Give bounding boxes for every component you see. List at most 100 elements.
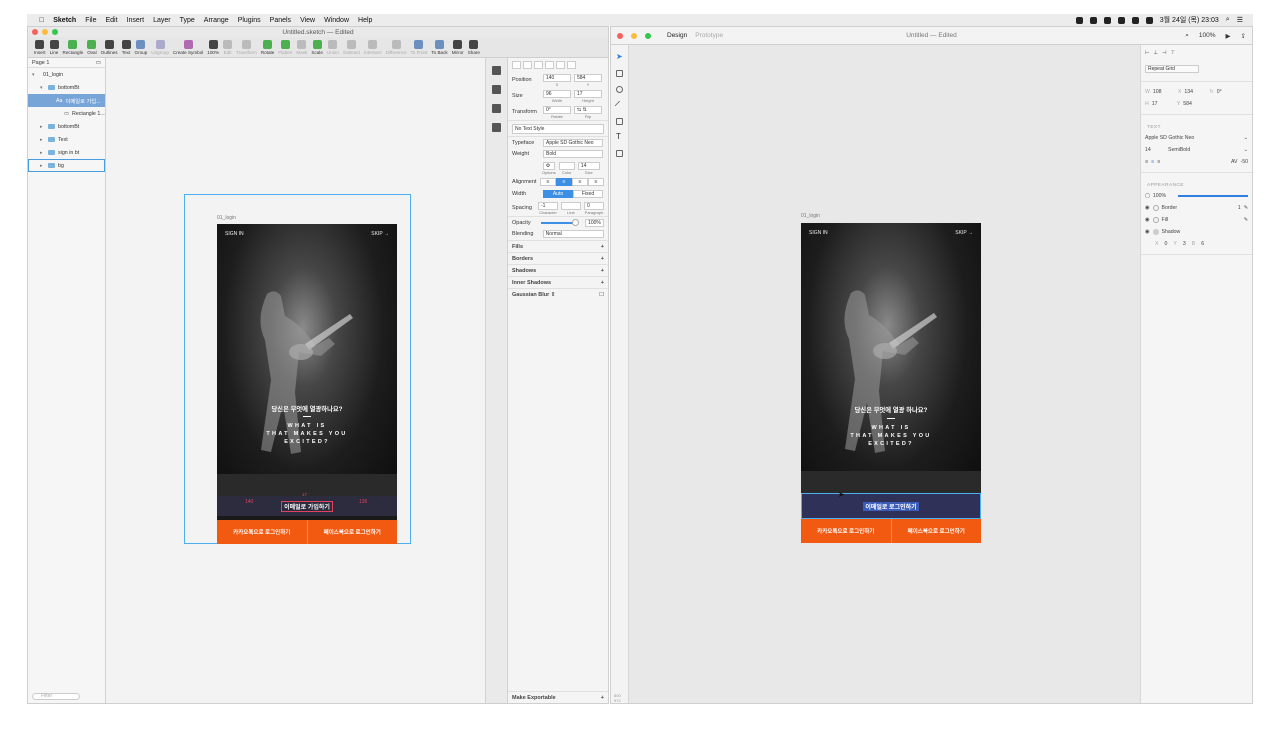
toolbar-intersect-button[interactable]: Intersect xyxy=(362,40,384,55)
close-button[interactable] xyxy=(32,29,38,35)
toolbar-scale-button[interactable]: Scale xyxy=(309,40,325,55)
menu-insert[interactable]: Insert xyxy=(127,17,145,24)
add-icon[interactable]: + xyxy=(601,280,604,286)
text-align-center-icon[interactable]: ≡ xyxy=(1151,159,1154,165)
menu-arrange[interactable]: Arrange xyxy=(204,17,229,24)
height-field[interactable]: 17 xyxy=(574,89,602,98)
blur-toggle-checkbox[interactable]: ☐ xyxy=(599,292,604,298)
section-shadows[interactable]: Shadows + xyxy=(508,264,608,276)
email-signup-button[interactable]: 이메일로 가입하기 xyxy=(217,496,397,516)
toolbar-100-button[interactable]: 100% xyxy=(205,40,221,55)
artboard-phone[interactable]: SIGN IN SKIP → 당신은 무엇에 열광하나요? WHAT IS TH… xyxy=(217,224,397,544)
apple-icon[interactable]:  xyxy=(39,17,44,24)
width-auto[interactable]: Auto xyxy=(543,190,573,198)
layer-item[interactable]: ▾ 01_login xyxy=(28,68,105,81)
disclosure-icon[interactable]: ▸ xyxy=(40,137,45,143)
flag-icon[interactable] xyxy=(1145,16,1153,24)
design-canvas[interactable]: 01_login SIGN IN SKIP → 당신은 무엇에 열광 하나요? … xyxy=(629,45,1140,703)
toolbar-text-button[interactable]: Text xyxy=(120,40,133,55)
zoom-search-icon[interactable]: ⌕ xyxy=(1185,32,1189,40)
share-icon[interactable]: ⇪ xyxy=(1241,32,1246,40)
add-export-icon[interactable]: + xyxy=(601,695,604,701)
disclosure-icon[interactable]: ▸ xyxy=(40,150,45,156)
border-checkbox[interactable] xyxy=(1152,205,1159,211)
x-field[interactable]: 134 xyxy=(1184,89,1206,95)
disclosure-icon[interactable]: ▸ xyxy=(40,124,45,130)
align-top-icon[interactable]: ⊤ xyxy=(1171,50,1176,56)
page-name[interactable]: Page 1 xyxy=(32,60,49,66)
width-fixed[interactable]: Fixed xyxy=(573,190,603,198)
shadow-blur[interactable]: 6 xyxy=(1201,241,1204,247)
kakao-login-button[interactable]: 카카오톡으로 로그인하기 xyxy=(801,519,892,543)
align-center-icon[interactable]: ⊥ xyxy=(1154,50,1159,56)
typeface-field[interactable]: Apple SD Gothic Neo xyxy=(543,138,603,147)
font-weight-select[interactable]: SemiBold xyxy=(1168,147,1241,153)
y-field[interactable]: 584 xyxy=(574,73,602,82)
text-tool-icon[interactable]: T xyxy=(616,133,623,141)
border-width[interactable]: 1 xyxy=(1238,205,1241,211)
toolbar-oval-button[interactable]: Oval xyxy=(85,40,98,55)
align-left-icon[interactable] xyxy=(512,61,521,69)
wifi-icon[interactable] xyxy=(1131,16,1139,24)
facebook-login-button[interactable]: 페이스북으로 로그인하기 xyxy=(308,520,398,544)
text-align-left-icon[interactable]: ≡ xyxy=(1145,159,1148,165)
fill-checkbox[interactable] xyxy=(1152,217,1159,223)
add-page-icon[interactable]: ▭ xyxy=(96,60,101,66)
email-signup-label[interactable]: 이메일로 가입하기 xyxy=(281,500,333,512)
opacity-field[interactable]: 100% xyxy=(585,218,605,227)
chevron-down-icon[interactable]: ⌄ xyxy=(1244,135,1248,141)
text-color-swatch[interactable] xyxy=(558,161,575,170)
align-left-icon[interactable]: ⊢ xyxy=(1145,50,1150,56)
zoom-button[interactable] xyxy=(52,29,58,35)
layer-item[interactable]: ▸ sign in bt xyxy=(28,146,105,159)
repeat-grid-button[interactable]: Repeat Grid xyxy=(1145,65,1199,73)
rotate-field[interactable]: 0° xyxy=(543,105,571,114)
layer-item[interactable]: ▸ bg xyxy=(28,159,105,172)
layer-item[interactable]: ▭ Rectangle 1... xyxy=(28,107,105,120)
toolbar-outlines-button[interactable]: Outlines xyxy=(99,40,120,55)
x-field[interactable]: 140 xyxy=(543,73,571,82)
disclosure-icon[interactable]: ▾ xyxy=(32,72,37,78)
line-spacing-field[interactable] xyxy=(561,201,581,210)
align-text-justify[interactable]: ≡ xyxy=(588,178,604,186)
align-center-icon[interactable] xyxy=(523,61,532,69)
toolbar-subtract-button[interactable]: Subtract xyxy=(341,40,362,55)
align-right-icon[interactable]: ⊣ xyxy=(1162,50,1167,56)
align-text-left[interactable]: ≡ xyxy=(540,178,556,186)
menu-window[interactable]: Window xyxy=(324,17,349,24)
weight-select[interactable]: Bold xyxy=(543,150,603,158)
layer-item[interactable]: ▸ bottomBt xyxy=(28,120,105,133)
menu-layer[interactable]: Layer xyxy=(153,17,171,24)
toolbar-to-front-button[interactable]: To Front xyxy=(409,40,430,55)
menu-plugins[interactable]: Plugins xyxy=(238,17,261,24)
section-borders[interactable]: Borders + xyxy=(508,252,608,264)
toolbar-to-back-button[interactable]: To Back xyxy=(429,40,449,55)
section-inner-shadows[interactable]: Inner Shadows + xyxy=(508,276,608,288)
zoom-level[interactable]: 100% xyxy=(1199,32,1216,39)
menu-edit[interactable]: Edit xyxy=(106,17,118,24)
page-selector[interactable]: Page 1 ▭ xyxy=(28,58,105,68)
pen-tool-icon[interactable] xyxy=(616,118,623,125)
align-bottom-icon[interactable] xyxy=(567,61,576,69)
sign-in-link[interactable]: SIGN IN xyxy=(225,231,244,237)
toolbar-edit-button[interactable]: Edit xyxy=(221,40,234,55)
toolbar-create-symbol-button[interactable]: Create Symbol xyxy=(171,40,205,55)
align-text-center[interactable]: ≡ xyxy=(556,178,572,186)
text-options-icon[interactable]: ⚙ xyxy=(542,161,555,170)
list-icon[interactable]: ☰ xyxy=(1237,16,1243,24)
add-icon[interactable]: + xyxy=(601,256,604,262)
clock[interactable]: 3월 24일 (목) 23:03 xyxy=(1160,15,1219,25)
toolbar-share-button[interactable]: Share xyxy=(466,40,482,55)
rotation-field[interactable]: 0° xyxy=(1217,89,1222,95)
eye-icon[interactable]: ◉ xyxy=(1145,229,1150,235)
align-right-icon[interactable] xyxy=(534,61,543,69)
toolbar-transform-button[interactable]: Transform xyxy=(234,40,259,55)
blending-select[interactable]: Normal xyxy=(542,230,604,238)
app-menu[interactable]: Sketch xyxy=(53,17,76,24)
minimize-button[interactable] xyxy=(631,32,637,39)
flip-buttons[interactable]: ⇆ ⇅ xyxy=(574,105,602,114)
play-icon[interactable]: ▶ xyxy=(1226,32,1231,40)
eye-icon[interactable]: ◉ xyxy=(1145,217,1150,223)
add-icon[interactable]: + xyxy=(601,268,604,274)
skip-link[interactable]: SKIP → xyxy=(371,231,389,237)
